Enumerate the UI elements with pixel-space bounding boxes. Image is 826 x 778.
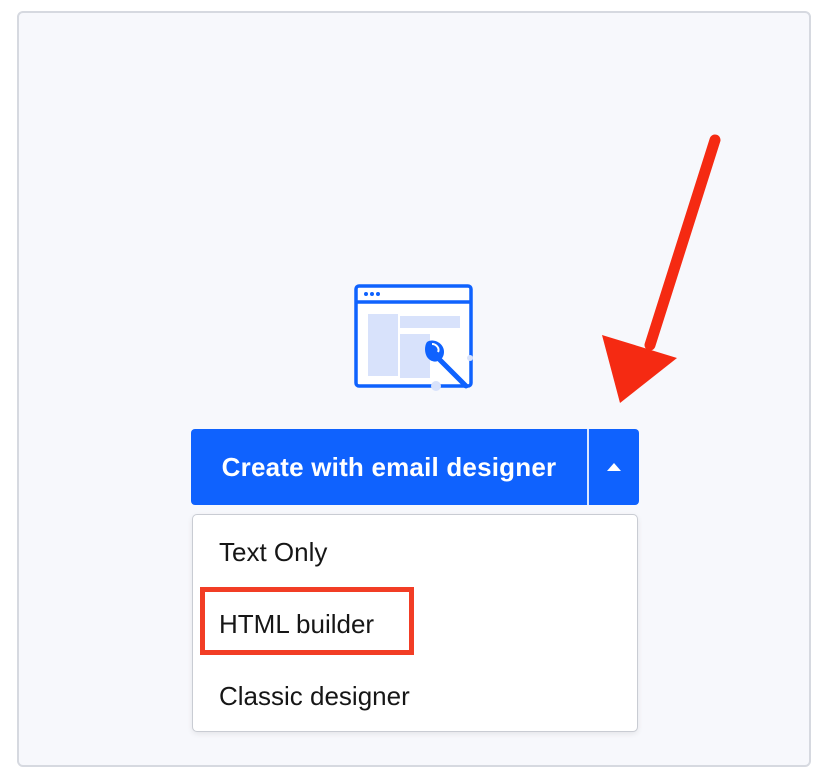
create-button-label: Create with email designer [221, 451, 557, 482]
caret-up-icon [607, 463, 621, 471]
menu-item-label: Classic designer [219, 681, 410, 711]
email-designer-illustration-icon [354, 284, 473, 391]
split-button-divider [587, 429, 589, 505]
dropdown-toggle-button[interactable] [589, 429, 639, 505]
menu-item-label: Text Only [219, 537, 328, 567]
menu-item-text-only[interactable]: Text Only [219, 539, 327, 565]
create-with-email-designer-button[interactable]: Create with email designer [191, 429, 587, 505]
menu-item-classic-designer[interactable]: Classic designer [219, 683, 410, 709]
create-split-button: Create with email designer [191, 429, 639, 505]
html-builder-highlight-box [200, 587, 414, 655]
